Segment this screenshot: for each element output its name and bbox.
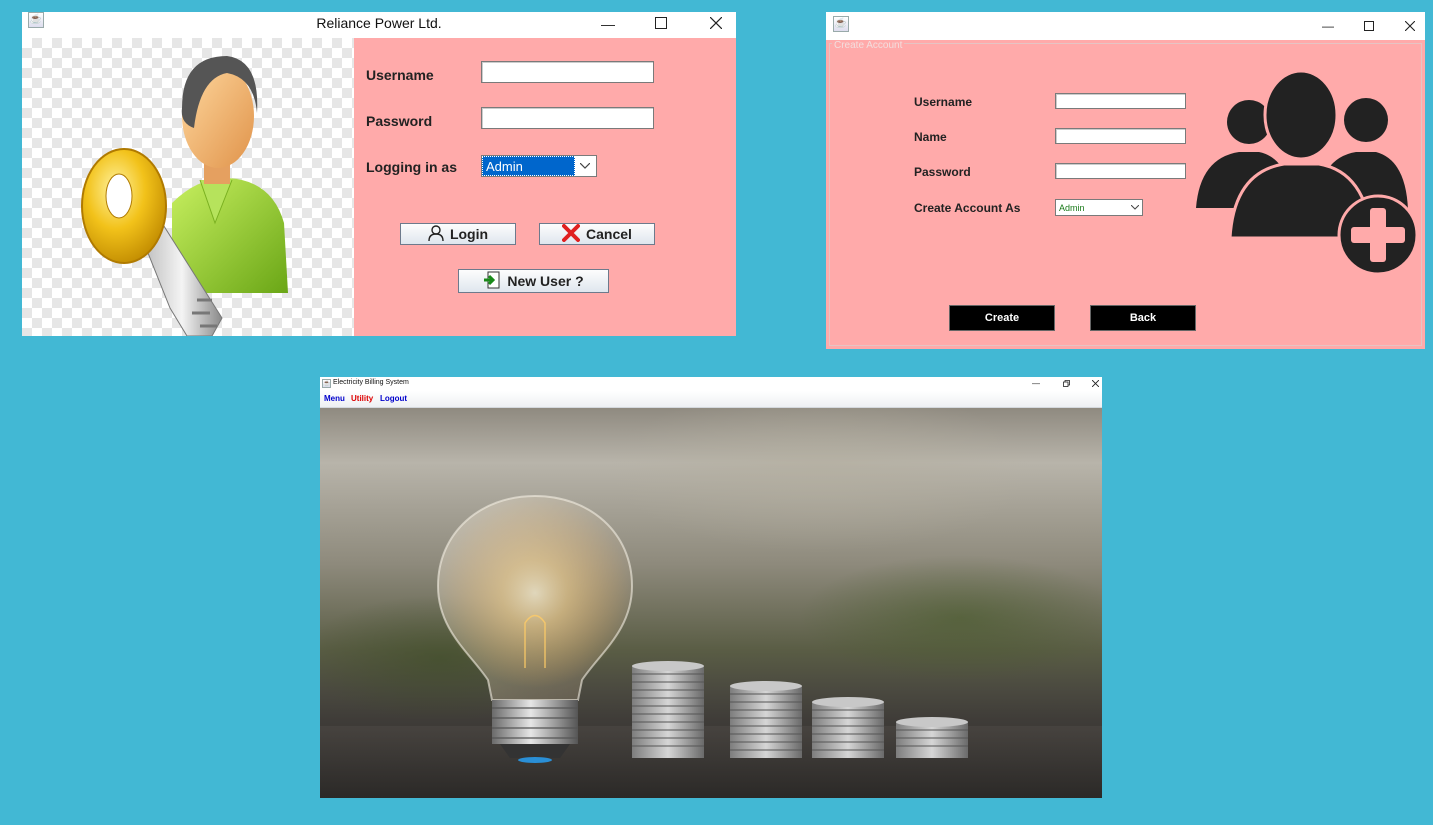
create-account-window: ☕ — Create Account Username Name Passwor…	[826, 12, 1425, 349]
back-button[interactable]: Back	[1090, 305, 1196, 331]
password-label: Password	[914, 165, 971, 179]
main-title-bar: ☕ Electricity Billing System —	[320, 377, 1102, 391]
panel-border-title: Create Account	[832, 40, 905, 51]
username-field[interactable]	[481, 61, 654, 83]
close-icon[interactable]	[1089, 378, 1101, 389]
coin-stacks	[632, 661, 968, 758]
lightbulb-coins-background-image	[320, 408, 1102, 798]
name-label: Name	[914, 130, 947, 144]
main-window-title: Electricity Billing System	[333, 379, 409, 386]
new-user-button-label: New User ?	[507, 273, 584, 289]
minimize-icon[interactable]: —	[1030, 378, 1042, 389]
close-icon[interactable]	[705, 13, 727, 33]
login-window-title: Reliance Power Ltd.	[316, 15, 442, 31]
lightbulb-coins-illustration	[320, 494, 1102, 798]
login-button[interactable]: Login	[400, 223, 516, 245]
logging-in-as-label: Logging in as	[366, 159, 457, 175]
name-field[interactable]	[1055, 128, 1186, 144]
close-x-icon	[562, 223, 581, 245]
username-field[interactable]	[1055, 93, 1186, 109]
chevron-down-icon[interactable]	[1128, 200, 1142, 215]
login-button-label: Login	[449, 226, 489, 242]
password-field[interactable]	[1055, 163, 1186, 179]
cancel-button[interactable]: Cancel	[539, 223, 655, 245]
account-type-select[interactable]: Admin	[1055, 199, 1143, 216]
exit-door-icon	[483, 271, 501, 292]
menu-bar: Menu Utility Logout	[320, 391, 1102, 408]
user-icon	[428, 224, 444, 244]
maximize-icon[interactable]	[650, 13, 672, 33]
create-as-label: Create Account As	[914, 201, 1021, 215]
create-button[interactable]: Create	[949, 305, 1055, 331]
minimize-icon[interactable]: —	[1318, 16, 1338, 36]
role-select[interactable]: Admin	[481, 155, 597, 177]
menu-item-logout[interactable]: Logout	[380, 394, 407, 403]
maximize-icon[interactable]	[1359, 16, 1379, 36]
account-type-value: Admin	[1059, 202, 1085, 213]
username-label: Username	[366, 67, 434, 83]
new-user-button[interactable]: New User ?	[458, 269, 609, 293]
login-title-bar: ☕ Reliance Power Ltd. —	[22, 12, 736, 38]
menu-item-utility[interactable]: Utility	[351, 394, 373, 403]
java-icon: ☕	[322, 379, 331, 388]
create-account-panel: Create Account Username Name Password Cr…	[826, 40, 1425, 349]
cancel-button-label: Cancel	[586, 226, 632, 242]
user-key-illustration	[81, 56, 288, 336]
role-select-value: Admin	[482, 156, 575, 176]
login-window: ☕ Reliance Power Ltd. — Username Passwor…	[22, 12, 736, 336]
close-icon[interactable]	[1400, 16, 1420, 36]
login-body: Username Password Logging in as Admin Lo…	[22, 38, 736, 336]
chevron-down-icon[interactable]	[574, 156, 596, 176]
main-window: ☕ Electricity Billing System — Menu Util…	[320, 377, 1102, 798]
java-icon: ☕	[833, 16, 849, 32]
menu-item-menu[interactable]: Menu	[324, 394, 345, 403]
add-users-icon	[1196, 69, 1418, 276]
username-label: Username	[914, 95, 973, 109]
login-image-panel	[22, 38, 354, 336]
password-field[interactable]	[481, 107, 654, 129]
password-label: Password	[366, 113, 433, 129]
create-title-bar: ☕ —	[826, 12, 1425, 40]
login-form-panel: Username Password Logging in as Admin Lo…	[354, 38, 736, 336]
restore-icon[interactable]	[1060, 378, 1072, 389]
minimize-icon[interactable]: —	[597, 14, 619, 34]
